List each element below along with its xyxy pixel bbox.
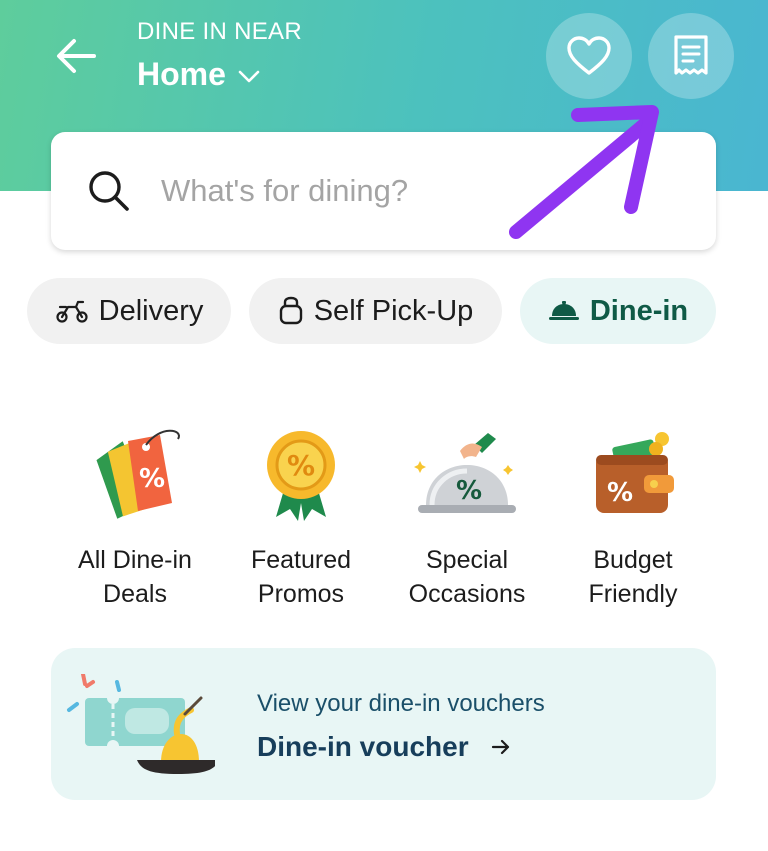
category-label-line1: Budget <box>593 546 673 574</box>
scooter-icon <box>56 300 88 323</box>
svg-text:%: % <box>287 449 315 482</box>
svg-text:%: % <box>139 464 165 494</box>
back-arrow-icon <box>57 39 96 73</box>
voucher-title: Dine-in voucher <box>257 731 469 762</box>
search-icon <box>89 171 129 211</box>
location-label: DINE IN NEAR <box>137 18 302 45</box>
dine-in-voucher-card[interactable]: View your dine-in vouchers Dine-in vouch… <box>51 648 716 800</box>
tab-delivery[interactable]: Delivery <box>27 278 231 344</box>
location-value: Home <box>137 56 226 92</box>
orders-button[interactable] <box>648 13 734 99</box>
chevron-down-icon <box>238 70 260 82</box>
cloche-icon <box>548 301 579 320</box>
category-label-line2: Deals <box>103 580 167 608</box>
voucher-subtitle: View your dine-in vouchers <box>257 690 545 717</box>
tab-dine-in[interactable]: Dine-in <box>520 278 716 344</box>
voucher-ticket-icon <box>67 674 215 774</box>
category-special-occasions[interactable]: % Special Occasions <box>392 425 542 611</box>
tab-self-pickup[interactable]: Self Pick-Up <box>249 278 502 344</box>
bag-icon <box>279 296 302 325</box>
favorites-button[interactable] <box>546 13 632 99</box>
category-featured-promos[interactable]: % Featured Promos <box>226 425 376 611</box>
serving-cloche-icon: % <box>414 433 516 513</box>
arrow-right-icon <box>491 739 509 755</box>
tab-label: Dine-in <box>589 294 689 327</box>
tab-label: Self Pick-Up <box>313 294 474 327</box>
voucher-link[interactable]: Dine-in voucher <box>257 731 511 763</box>
svg-text:%: % <box>456 476 482 506</box>
category-label-line2: Promos <box>257 580 345 608</box>
category-label-line1: Featured <box>250 546 352 574</box>
category-budget-friendly[interactable]: % Budget Friendly <box>558 425 708 611</box>
price-tags-icon: % <box>96 429 180 519</box>
search-input[interactable] <box>159 172 633 210</box>
search-bar[interactable] <box>51 132 716 250</box>
receipt-icon <box>674 35 708 75</box>
category-label-line2: Friendly <box>588 580 678 608</box>
location-selector[interactable]: Home <box>137 56 260 93</box>
category-all-dine-in-deals[interactable]: % All Dine-in Deals <box>60 425 210 611</box>
category-label-line1: All Dine-in <box>78 546 192 574</box>
wallet-icon: % <box>596 432 674 513</box>
svg-text:%: % <box>607 478 633 508</box>
award-badge-icon: % <box>267 431 335 521</box>
tab-label: Delivery <box>98 294 204 327</box>
heart-icon <box>567 36 611 75</box>
category-label-line1: Special <box>426 546 508 574</box>
back-button[interactable] <box>50 32 102 80</box>
category-label-line2: Occasions <box>408 580 526 608</box>
